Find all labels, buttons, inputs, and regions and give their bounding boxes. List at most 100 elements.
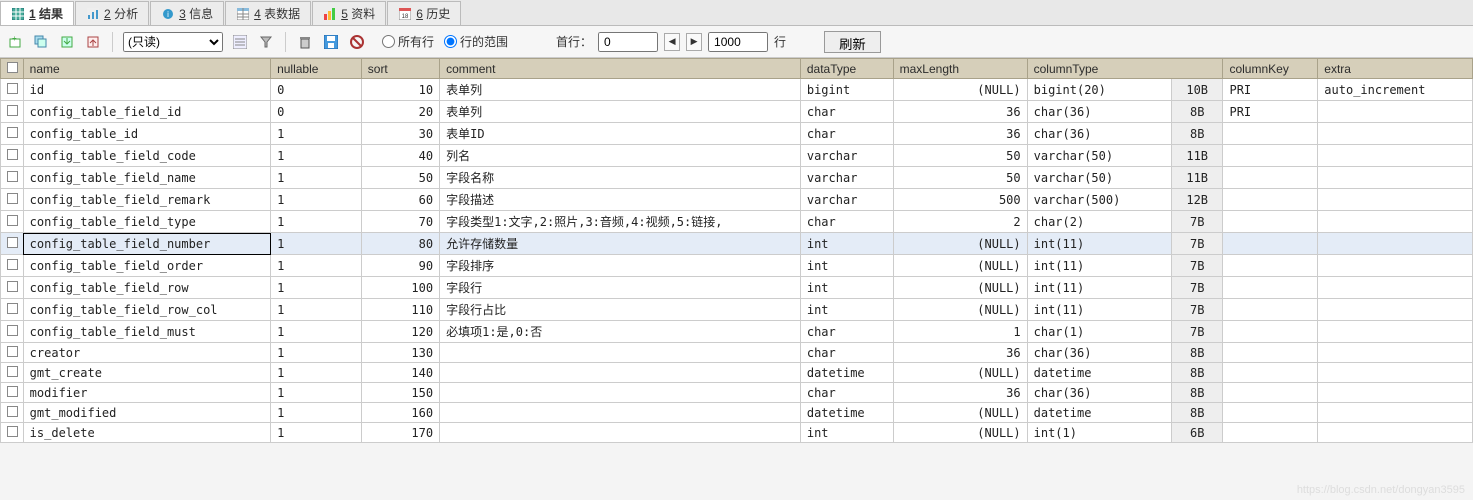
cell-columntype[interactable]: varchar(500) — [1027, 189, 1171, 211]
cell-extra[interactable] — [1318, 255, 1473, 277]
cell-columntype[interactable]: datetime — [1027, 363, 1171, 383]
cell-nullable[interactable]: 1 — [271, 403, 362, 423]
export-icon[interactable] — [58, 33, 76, 51]
cell-datatype[interactable]: char — [800, 211, 893, 233]
cell-datatype[interactable]: int — [800, 233, 893, 255]
cell-nullable[interactable]: 1 — [271, 299, 362, 321]
row-checkbox[interactable] — [1, 321, 24, 343]
cell-sort[interactable]: 80 — [361, 233, 439, 255]
row-checkbox[interactable] — [1, 343, 24, 363]
cell-maxlength[interactable]: 36 — [893, 101, 1027, 123]
cell-comment[interactable]: 字段名称 — [440, 167, 801, 189]
cell-sort[interactable]: 40 — [361, 145, 439, 167]
cell-sort[interactable]: 30 — [361, 123, 439, 145]
cell-columntype[interactable]: varchar(50) — [1027, 167, 1171, 189]
cell-name[interactable]: config_table_field_name — [23, 167, 270, 189]
table-row[interactable]: config_table_field_row_col1110字段行占比int(N… — [1, 299, 1473, 321]
cell-comment[interactable]: 必填项1:是,0:否 — [440, 321, 801, 343]
radio-row-range[interactable]: 行的范围 — [444, 33, 508, 50]
tab-info[interactable]: i 3 信息 — [150, 1, 224, 25]
cell-sort[interactable]: 100 — [361, 277, 439, 299]
cell-comment[interactable]: 字段行 — [440, 277, 801, 299]
table-row[interactable]: gmt_create1140datetime(NULL)datetime8B — [1, 363, 1473, 383]
delete-icon[interactable] — [296, 33, 314, 51]
cell-name[interactable]: config_table_id — [23, 123, 270, 145]
row-checkbox[interactable] — [1, 423, 24, 443]
cell-datatype[interactable]: varchar — [800, 189, 893, 211]
cell-sort[interactable]: 10 — [361, 79, 439, 101]
tab-profile[interactable]: 5 资料 — [312, 1, 386, 25]
cell-nullable[interactable]: 1 — [271, 167, 362, 189]
cell-columnkey[interactable] — [1223, 123, 1318, 145]
cell-extra[interactable] — [1318, 233, 1473, 255]
cell-extra[interactable] — [1318, 321, 1473, 343]
cell-ctsize[interactable]: 7B — [1171, 233, 1223, 255]
filter-icon[interactable] — [257, 33, 275, 51]
cell-name[interactable]: config_table_field_id — [23, 101, 270, 123]
cell-ctsize[interactable]: 8B — [1171, 343, 1223, 363]
table-row[interactable]: config_table_field_name150字段名称varchar50v… — [1, 167, 1473, 189]
table-row[interactable]: gmt_modified1160datetime(NULL)datetime8B — [1, 403, 1473, 423]
cell-comment[interactable]: 表单列 — [440, 101, 801, 123]
cell-columntype[interactable]: int(11) — [1027, 255, 1171, 277]
cell-comment[interactable]: 允许存储数量 — [440, 233, 801, 255]
cell-extra[interactable]: auto_increment — [1318, 79, 1473, 101]
cell-ctsize[interactable]: 8B — [1171, 363, 1223, 383]
cell-ctsize[interactable]: 8B — [1171, 403, 1223, 423]
cell-extra[interactable] — [1318, 277, 1473, 299]
cell-columnkey[interactable]: PRI — [1223, 101, 1318, 123]
row-checkbox[interactable] — [1, 299, 24, 321]
cell-extra[interactable] — [1318, 403, 1473, 423]
cell-nullable[interactable]: 0 — [271, 79, 362, 101]
duplicate-row-icon[interactable] — [32, 33, 50, 51]
cell-maxlength[interactable]: 50 — [893, 167, 1027, 189]
cell-nullable[interactable]: 1 — [271, 145, 362, 167]
cell-sort[interactable]: 170 — [361, 423, 439, 443]
cell-extra[interactable] — [1318, 167, 1473, 189]
cell-comment[interactable]: 字段排序 — [440, 255, 801, 277]
cell-columntype[interactable]: char(1) — [1027, 321, 1171, 343]
cell-columntype[interactable]: int(11) — [1027, 233, 1171, 255]
cell-columnkey[interactable] — [1223, 383, 1318, 403]
row-checkbox[interactable] — [1, 277, 24, 299]
cell-extra[interactable] — [1318, 211, 1473, 233]
cell-ctsize[interactable]: 7B — [1171, 321, 1223, 343]
col-checkbox[interactable] — [1, 59, 24, 79]
cell-nullable[interactable]: 1 — [271, 423, 362, 443]
first-row-input[interactable] — [598, 32, 658, 52]
table-row[interactable]: config_table_id130表单IDchar36char(36)8B — [1, 123, 1473, 145]
cell-datatype[interactable]: datetime — [800, 403, 893, 423]
cell-comment[interactable] — [440, 343, 801, 363]
cell-datatype[interactable]: char — [800, 101, 893, 123]
cell-nullable[interactable]: 1 — [271, 123, 362, 145]
cell-nullable[interactable]: 1 — [271, 343, 362, 363]
cell-nullable[interactable]: 1 — [271, 321, 362, 343]
cell-sort[interactable]: 70 — [361, 211, 439, 233]
cell-datatype[interactable]: varchar — [800, 167, 893, 189]
cell-comment[interactable]: 字段行占比 — [440, 299, 801, 321]
cell-columnkey[interactable] — [1223, 189, 1318, 211]
cell-columntype[interactable]: char(36) — [1027, 101, 1171, 123]
cell-datatype[interactable]: int — [800, 277, 893, 299]
cell-name[interactable]: gmt_create — [23, 363, 270, 383]
cell-columnkey[interactable] — [1223, 363, 1318, 383]
cell-maxlength[interactable]: 36 — [893, 123, 1027, 145]
cell-comment[interactable]: 列名 — [440, 145, 801, 167]
cell-columnkey[interactable] — [1223, 299, 1318, 321]
cell-ctsize[interactable]: 8B — [1171, 101, 1223, 123]
row-checkbox[interactable] — [1, 363, 24, 383]
cell-name[interactable]: config_table_field_number — [23, 233, 270, 255]
cell-comment[interactable]: 表单ID — [440, 123, 801, 145]
cell-columnkey[interactable] — [1223, 403, 1318, 423]
tab-results[interactable]: 1 结果 — [0, 1, 74, 25]
cell-ctsize[interactable]: 10B — [1171, 79, 1223, 101]
cell-name[interactable]: is_delete — [23, 423, 270, 443]
cell-datatype[interactable]: int — [800, 423, 893, 443]
cell-name[interactable]: config_table_field_row_col — [23, 299, 270, 321]
edit-mode-select[interactable]: (只读) — [123, 32, 223, 52]
table-row[interactable]: config_table_field_type170字段类型1:文字,2:照片,… — [1, 211, 1473, 233]
row-checkbox[interactable] — [1, 145, 24, 167]
results-grid[interactable]: name nullable sort comment dataType maxL… — [0, 58, 1473, 443]
cell-datatype[interactable]: bigint — [800, 79, 893, 101]
table-row[interactable]: config_table_field_must1120必填项1:是,0:否cha… — [1, 321, 1473, 343]
